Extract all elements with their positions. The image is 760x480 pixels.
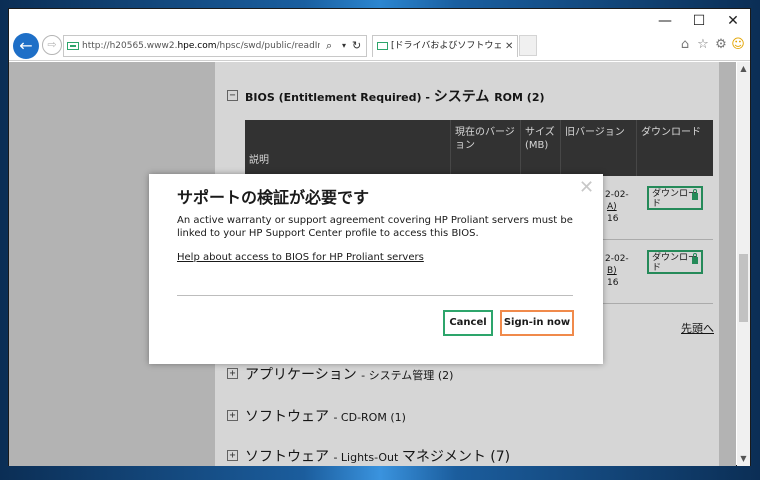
close-icon[interactable]: ✕ [579, 178, 594, 198]
back-button[interactable]: ← [13, 33, 39, 59]
tab-site-icon [377, 42, 388, 50]
browser-toolbar: ← ⇨ http://h20565.www2.hpe.com/hpsc/swd/… [9, 33, 750, 61]
close-window-button[interactable]: ✕ [716, 9, 750, 33]
bios-access-help-link[interactable]: Help about access to BIOS for HP Prolian… [177, 252, 424, 263]
tab-drivers-software[interactable]: [ドライバおよびソフトウェア] HPE... ✕ [372, 35, 518, 57]
maximize-button[interactable]: ☐ [682, 9, 716, 33]
refresh-icon[interactable]: ↻ [352, 36, 361, 56]
dialog-title: サポートの検証が必要です [177, 188, 370, 207]
scrollbar-thumb[interactable] [739, 254, 748, 322]
desktop-bottom-strip [0, 466, 760, 480]
new-tab-button[interactable] [519, 35, 537, 56]
tab-close-icon[interactable]: ✕ [505, 36, 513, 57]
sign-in-button[interactable]: Sign-in now [500, 310, 574, 336]
support-verification-dialog: ✕ サポートの検証が必要です An active warranty or sup… [149, 174, 603, 364]
page-content: − BIOS (Entitlement Required) - システム ROM… [9, 62, 736, 466]
gear-icon[interactable]: ⚙ [713, 36, 729, 54]
cancel-button[interactable]: Cancel [443, 310, 493, 336]
dialog-message: An active warranty or support agreement … [177, 215, 573, 239]
scroll-down-icon[interactable]: ▼ [737, 452, 750, 466]
browser-window: — ☐ ✕ ← ⇨ http://h20565.www2.hpe.com/hps… [8, 8, 751, 466]
scroll-up-icon[interactable]: ▲ [737, 62, 750, 76]
smiley-feedback-icon[interactable]: ☺ [730, 36, 746, 54]
vertical-scrollbar[interactable]: ▲ ▼ [737, 62, 750, 466]
minimize-button[interactable]: — [648, 9, 682, 33]
address-url[interactable]: http://h20565.www2.hpe.com/hpsc/swd/publ… [82, 36, 320, 56]
forward-button[interactable]: ⇨ [42, 35, 62, 55]
favorites-star-icon[interactable]: ☆ [695, 36, 711, 54]
address-bar[interactable]: http://h20565.www2.hpe.com/hpsc/swd/publ… [63, 35, 367, 57]
search-icon[interactable]: ⌕ [326, 36, 332, 56]
home-icon[interactable]: ⌂ [677, 36, 693, 54]
title-bar: — ☐ ✕ [9, 9, 750, 33]
tab-label: [ドライバおよびソフトウェア] HPE... [391, 41, 501, 51]
dialog-divider [177, 295, 573, 296]
site-icon [67, 42, 79, 50]
chevron-down-icon[interactable]: ▾ [342, 36, 346, 56]
